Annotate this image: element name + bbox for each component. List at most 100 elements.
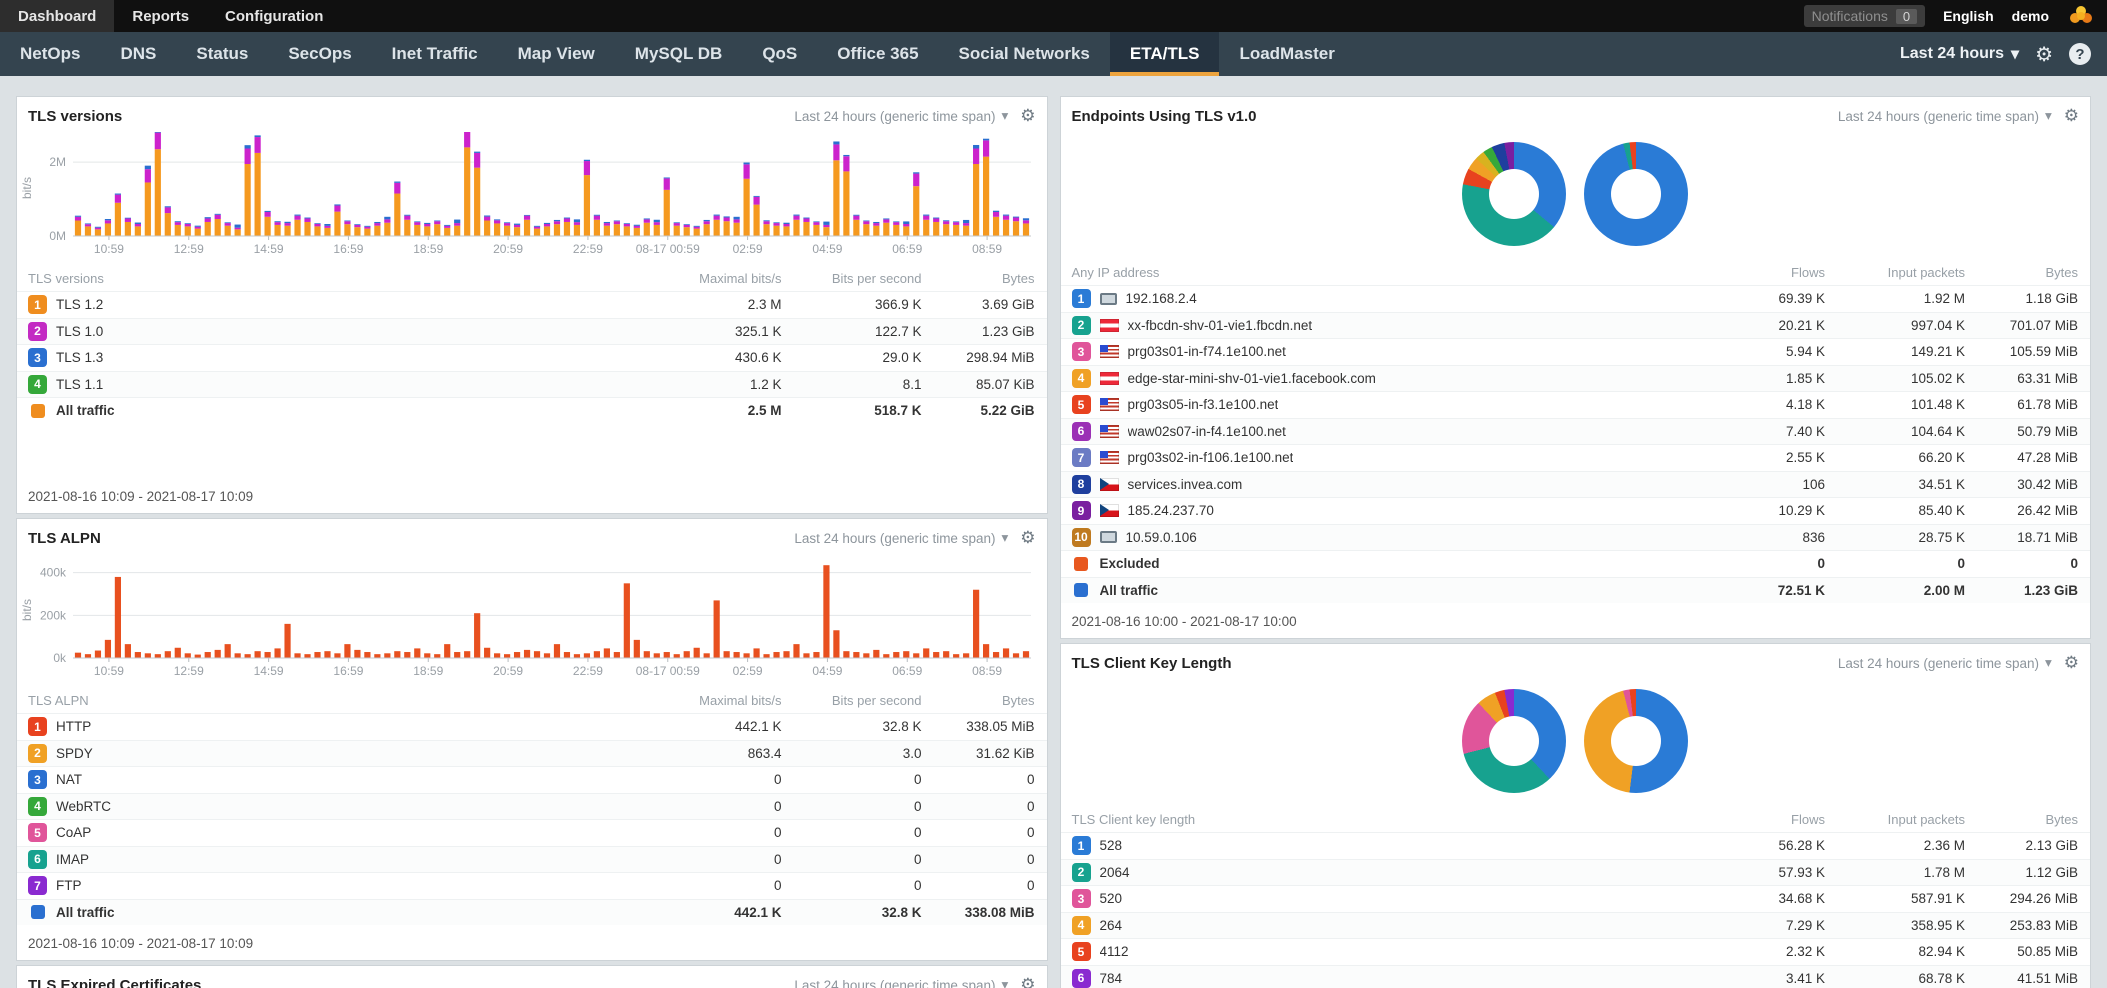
table-row[interactable]: 1HTTP442.1 K32.8 K338.05 MiB xyxy=(17,713,1047,740)
table-row[interactable]: 4edge-star-mini-shv-01-vie1.facebook.com… xyxy=(1061,365,2091,392)
tab-map-view[interactable]: Map View xyxy=(498,32,615,76)
column-header[interactable]: Any IP address xyxy=(1061,265,1671,280)
brand-logo-icon xyxy=(2067,3,2095,29)
panel-time-span[interactable]: Last 24 hours (generic time span) ▾ xyxy=(794,108,1008,124)
table-row[interactable]: 1TLS 1.22.3 M366.9 K3.69 GiB xyxy=(17,291,1047,318)
panel-settings-gear-icon[interactable]: ⚙ xyxy=(2064,653,2079,673)
column-header[interactable]: Bytes xyxy=(932,271,1047,286)
table-row[interactable]: 3prg03s01-in-f74.1e100.net5.94 K149.21 K… xyxy=(1061,338,2091,365)
column-header[interactable]: Maximal bits/s xyxy=(627,271,792,286)
table-row[interactable]: 7FTP000 xyxy=(17,872,1047,899)
row-label: 528 xyxy=(1100,838,1123,853)
topbar-menus: DashboardReportsConfiguration xyxy=(0,0,341,32)
table-row[interactable]: 6waw02s07-in-f4.1e100.net7.40 K104.64 K5… xyxy=(1061,418,2091,445)
table-row[interactable]: 1192.168.2.469.39 K1.92 M1.18 GiB xyxy=(1061,285,2091,312)
column-header[interactable]: Input packets xyxy=(1835,812,1975,827)
table-row[interactable]: 152856.28 K2.36 M2.13 GiB xyxy=(1061,832,2091,859)
column-header[interactable]: TLS versions xyxy=(17,271,627,286)
table-row[interactable]: 67843.41 K68.78 K41.51 MiB xyxy=(1061,965,2091,988)
column-header[interactable]: Bits per second xyxy=(792,693,932,708)
column-header[interactable]: TLS Client key length xyxy=(1061,812,1671,827)
table-row[interactable]: 5prg03s05-in-f3.1e100.net4.18 K101.48 K6… xyxy=(1061,391,2091,418)
panel-settings-gear-icon[interactable]: ⚙ xyxy=(1020,975,1035,988)
table-row[interactable]: 7prg03s02-in-f106.1e100.net2.55 K66.20 K… xyxy=(1061,444,2091,471)
svg-text:02:59: 02:59 xyxy=(733,664,763,678)
tab-social-networks[interactable]: Social Networks xyxy=(939,32,1110,76)
table-row[interactable]: 2206457.93 K1.78 M1.12 GiB xyxy=(1061,859,2091,886)
table-row[interactable]: 42647.29 K358.95 K253.83 MiB xyxy=(1061,912,2091,939)
panel-settings-gear-icon[interactable]: ⚙ xyxy=(1020,106,1035,126)
table-row[interactable]: 2TLS 1.0325.1 K122.7 K1.23 GiB xyxy=(17,318,1047,345)
table-row[interactable]: 8services.invea.com10634.51 K30.42 MiB xyxy=(1061,471,2091,498)
tab-secops[interactable]: SecOps xyxy=(268,32,371,76)
topbar-menu-dashboard[interactable]: Dashboard xyxy=(0,0,114,32)
host-icon xyxy=(1100,531,1117,543)
table-row[interactable]: All traffic442.1 K32.8 K338.08 MiB xyxy=(17,899,1047,926)
cell-value: 0 xyxy=(1670,556,1835,571)
table-row[interactable]: 3NAT000 xyxy=(17,766,1047,793)
svg-text:10:59: 10:59 xyxy=(94,664,124,678)
column-header[interactable]: Maximal bits/s xyxy=(627,693,792,708)
table-row[interactable]: 352034.68 K587.91 K294.26 MiB xyxy=(1061,885,2091,912)
svg-text:200k: 200k xyxy=(40,608,67,622)
column-header[interactable]: Bits per second xyxy=(792,271,932,286)
table-header-row: TLS Client key lengthFlowsInput packetsB… xyxy=(1061,807,2091,832)
dashboard-settings-gear-icon[interactable]: ⚙ xyxy=(2035,42,2053,67)
global-time-range-select[interactable]: Last 24 hours ▾ xyxy=(1900,44,2019,64)
table-row[interactable]: 6IMAP000 xyxy=(17,846,1047,873)
panel-time-span[interactable]: Last 24 hours (generic time span) ▾ xyxy=(794,530,1008,546)
tab-dns[interactable]: DNS xyxy=(100,32,176,76)
tls-alpn-bar-chart: 0k200k400kbit/s10:5912:5914:5916:5918:59… xyxy=(19,554,1041,682)
svg-text:bit/s: bit/s xyxy=(20,177,34,199)
table-row[interactable]: 541122.32 K82.94 K50.85 MiB xyxy=(1061,938,2091,965)
topbar-menu-reports[interactable]: Reports xyxy=(114,0,207,32)
table-row[interactable]: 9185.24.237.7010.29 K85.40 K26.42 MiB xyxy=(1061,497,2091,524)
tab-inet-traffic[interactable]: Inet Traffic xyxy=(372,32,498,76)
table-row[interactable]: All traffic72.51 K2.00 M1.23 GiB xyxy=(1061,577,2091,604)
cell-value: 1.2 K xyxy=(627,377,792,392)
time-span-label: Last 24 hours (generic time span) xyxy=(794,109,995,124)
language-selector[interactable]: English xyxy=(1943,8,1994,24)
tab-netops[interactable]: NetOps xyxy=(0,32,100,76)
topbar-menu-configuration[interactable]: Configuration xyxy=(207,0,341,32)
table-row[interactable]: 3TLS 1.3430.6 K29.0 K298.94 MiB xyxy=(17,344,1047,371)
column-header[interactable]: TLS ALPN xyxy=(17,693,627,708)
table-row[interactable]: Excluded000 xyxy=(1061,550,2091,577)
panel-time-span[interactable]: Last 24 hours (generic time span) ▾ xyxy=(1838,655,2052,671)
table-row[interactable]: All traffic2.5 M518.7 K5.22 GiB xyxy=(17,397,1047,424)
table-row[interactable]: 4TLS 1.11.2 K8.185.07 KiB xyxy=(17,371,1047,398)
tab-loadmaster[interactable]: LoadMaster xyxy=(1219,32,1354,76)
tab-qos[interactable]: QoS xyxy=(742,32,817,76)
notifications-button[interactable]: Notifications 0 xyxy=(1804,5,1926,27)
tab-office-365[interactable]: Office 365 xyxy=(817,32,938,76)
table-row[interactable]: 5CoAP000 xyxy=(17,819,1047,846)
column-header[interactable]: Input packets xyxy=(1835,265,1975,280)
table-row[interactable]: 2xx-fbcdn-shv-01-vie1.fbcdn.net20.21 K99… xyxy=(1061,312,2091,339)
table-row[interactable]: 1010.59.0.10683628.75 K18.71 MiB xyxy=(1061,524,2091,551)
column-header[interactable]: Bytes xyxy=(1975,265,2090,280)
panel-settings-gear-icon[interactable]: ⚙ xyxy=(2064,106,2079,126)
panel-time-span[interactable]: Last 24 hours (generic time span) ▾ xyxy=(1838,108,2052,124)
column-header[interactable]: Bytes xyxy=(1975,812,2090,827)
help-icon[interactable]: ? xyxy=(2069,43,2091,65)
panel-time-span[interactable]: Last 24 hours (generic time span) ▾ xyxy=(794,977,1008,988)
column-header[interactable]: Bytes xyxy=(932,693,1047,708)
cell-value: 47.28 MiB xyxy=(1975,450,2090,465)
panel-title: Endpoints Using TLS v1.0 xyxy=(1072,108,1257,125)
panel-title: TLS ALPN xyxy=(28,530,101,547)
column-header[interactable]: Flows xyxy=(1670,265,1835,280)
table-row[interactable]: 2SPDY863.43.031.62 KiB xyxy=(17,740,1047,767)
tab-eta-tls[interactable]: ETA/TLS xyxy=(1110,32,1220,76)
table-row[interactable]: 4WebRTC000 xyxy=(17,793,1047,820)
notifications-count: 0 xyxy=(1896,9,1917,24)
column-header[interactable]: Flows xyxy=(1670,812,1835,827)
user-menu[interactable]: demo xyxy=(2012,8,2049,24)
cell-value: 4.18 K xyxy=(1670,397,1835,412)
row-label: HTTP xyxy=(56,719,91,734)
tab-status[interactable]: Status xyxy=(176,32,268,76)
cell-value: 2.55 K xyxy=(1670,450,1835,465)
svg-text:02:59: 02:59 xyxy=(733,242,763,256)
cell-value: 29.0 K xyxy=(792,350,932,365)
panel-settings-gear-icon[interactable]: ⚙ xyxy=(1020,528,1035,548)
tab-mysql-db[interactable]: MySQL DB xyxy=(615,32,743,76)
